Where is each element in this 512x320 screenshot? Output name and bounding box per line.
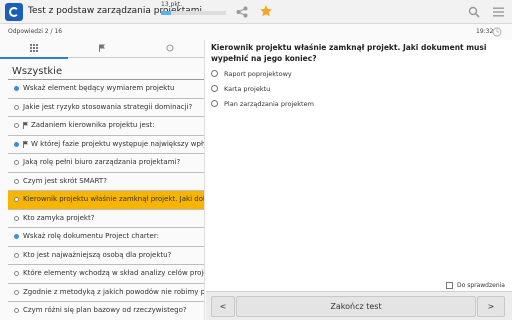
answer-option-1[interactable]: Raport poprojektowy [210, 68, 410, 80]
to-review-label: Do sprawdzenia [457, 282, 505, 289]
unanswered-dot-icon [14, 289, 19, 295]
tab-flagged[interactable] [68, 40, 136, 58]
unanswered-dot-icon [14, 252, 19, 258]
unanswered-dot-icon [14, 271, 19, 276]
question-text: Kierownik projektu właśnie zamknął proje… [211, 43, 487, 63]
radio-button[interactable] [211, 100, 218, 107]
question-list-item[interactable]: Wskaż element będący wymiarem projektu [8, 80, 204, 99]
radio-button[interactable] [211, 85, 218, 92]
question-list-item-text: Kierownik projektu właśnie zamknął proje… [23, 195, 205, 203]
answers-counter: Odpowiedzi 2 / 16 [8, 28, 63, 35]
favorite-star-icon[interactable] [259, 4, 273, 18]
answer-option-label: Raport poprojektowy [224, 70, 292, 78]
question-list-item-text: Które elementy wchodzą w skład analizy c… [23, 269, 205, 277]
app-logo-icon[interactable] [5, 3, 23, 21]
section-title: Wszystkie [12, 66, 63, 77]
question-list-item-text: Zadaniem kierownika projektu jest: [31, 121, 155, 129]
answer-option-label: Plan zarządzania projektem [224, 100, 314, 108]
unanswered-dot-icon [14, 215, 19, 221]
question-list-item[interactable]: Zgodnie z metodyką z jakich powodów nie … [8, 284, 205, 302]
menu-icon[interactable] [493, 7, 504, 17]
search-icon[interactable] [468, 6, 480, 18]
question-list-panel: Wszystkie Wskaż element będący wymiarem … [0, 40, 205, 320]
question-list-item[interactable]: Jaką rolę pełni biuro zarządzania projek… [8, 154, 204, 173]
radio-button[interactable] [211, 70, 218, 77]
question-list-item-text: Jakie jest ryzyko stosowania strategii d… [23, 102, 193, 111]
flag-icon [23, 140, 28, 148]
answer-option-3[interactable]: Plan zarządzania projektem [210, 98, 410, 110]
answer-option-2[interactable]: Karta projektu [210, 83, 410, 95]
tab-unanswered[interactable] [136, 40, 204, 58]
question-list-item[interactable]: Kto jest najważniejszą osobą dla projekt… [8, 247, 204, 265]
question-list-item-text: Czym różni się plan bazowy od rzeczywist… [23, 306, 187, 314]
question-panel: Kierownik projektu właśnie zamknął proje… [206, 40, 512, 320]
unanswered-dot-icon [14, 160, 19, 165]
question-list-item[interactable]: Wskaż rolę dokumentu Project charter: [8, 228, 204, 247]
score-progress-bar [161, 11, 226, 15]
question-list-item-text: Jaką rolę pełni biuro zarządzania projek… [23, 158, 181, 166]
unanswered-dot-icon [14, 104, 19, 110]
answered-dot-icon [14, 234, 19, 239]
unanswered-dot-icon [14, 123, 19, 128]
question-list-item[interactable]: Kierownik projektu właśnie zamknął proje… [8, 191, 205, 210]
question-list-item[interactable]: Czym jest skrót SMART? [8, 173, 204, 191]
tab-all[interactable] [0, 40, 68, 59]
question-list-item-text: W której fazie projektu występuje najwię… [31, 139, 205, 148]
question-list-item-text: Wskaż rolę dokumentu Project charter: [23, 232, 159, 240]
question-list: Wskaż element będący wymiarem projektu Ja… [0, 80, 205, 320]
unanswered-dot-icon [14, 197, 19, 202]
question-list-item[interactable]: Zadaniem kierownika projektu jest: [8, 117, 204, 136]
radio-icon [166, 44, 174, 52]
question-list-item[interactable]: W której fazie projektu występuje najwię… [8, 136, 205, 154]
question-list-item-text: Kto zamyka projekt? [23, 213, 95, 222]
answer-option-label: Karta projektu [224, 85, 271, 93]
question-list-item-text: Kto jest najważniejszą osobą dla projekt… [23, 250, 172, 259]
question-list-item[interactable]: Które elementy wchodzą w skład analizy c… [8, 265, 205, 284]
to-review-checkbox[interactable] [446, 282, 453, 289]
question-list-item-text: Wskaż element będący wymiarem projektu [23, 84, 175, 92]
unanswered-dot-icon [14, 308, 19, 313]
question-list-item[interactable]: Kto zamyka projekt? [8, 210, 204, 228]
question-list-item[interactable]: Jakie jest ryzyko stosowania strategii d… [8, 99, 204, 117]
top-bar: Test z podstaw zarządzania projektami 13… [0, 0, 512, 24]
previous-button[interactable]: < [211, 296, 235, 317]
timer: 19:32 [476, 28, 494, 35]
points-label: 13 pkt. [161, 1, 183, 8]
flag-icon [23, 122, 28, 129]
flag-icon [99, 44, 105, 52]
unanswered-dot-icon [14, 178, 19, 184]
answered-dot-icon [14, 141, 19, 147]
status-row: Odpowiedzi 2 / 16 19:32 [0, 25, 512, 40]
timer-icon [492, 27, 502, 37]
question-list-item-text: Czym jest skrót SMART? [23, 176, 107, 185]
share-icon[interactable] [236, 6, 248, 18]
grid-icon [30, 44, 38, 52]
question-list-item[interactable]: Czym różni się plan bazowy od rzeczywist… [8, 302, 204, 320]
answered-dot-icon [14, 86, 19, 91]
filter-tabs [0, 40, 204, 59]
next-button[interactable]: > [477, 296, 505, 317]
finish-test-button[interactable]: Zakończ test [236, 296, 476, 317]
bottom-nav-bar: < Zakończ test > [206, 291, 512, 320]
question-list-item-text: Zgodnie z metodyką z jakich powodów nie … [23, 287, 205, 296]
score-progress-fill [161, 11, 171, 15]
